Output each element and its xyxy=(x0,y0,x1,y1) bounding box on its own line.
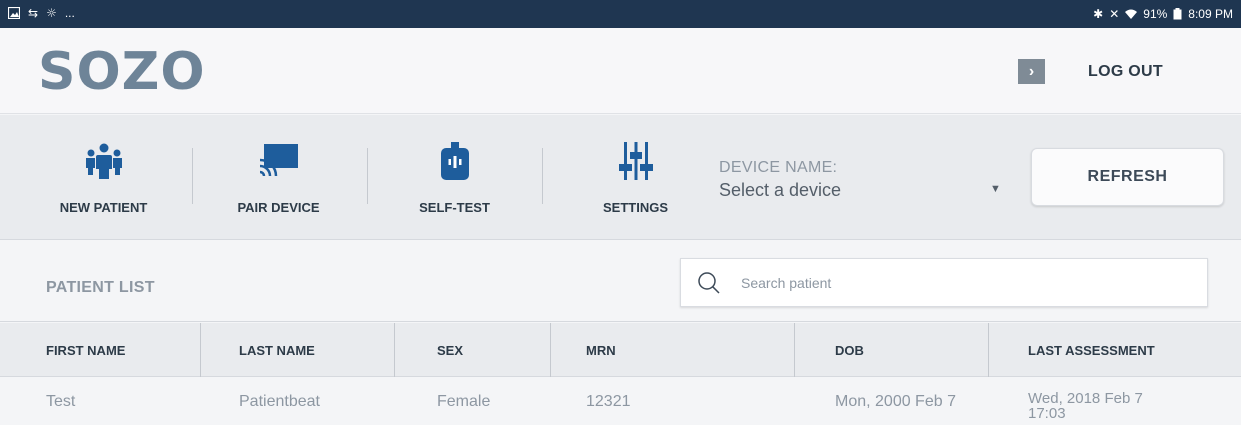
column-divider xyxy=(200,323,201,377)
bluetooth-icon: ✱ xyxy=(1093,7,1104,21)
mute-icon: ✕ xyxy=(1109,7,1120,21)
logout-button[interactable]: LOG OUT xyxy=(1088,63,1163,81)
chevron-right-icon: › xyxy=(1028,62,1035,80)
search-input[interactable] xyxy=(741,271,1181,295)
patient-list-bar: PATIENT LIST xyxy=(0,241,1241,322)
clock: 8:09 PM xyxy=(1188,7,1233,21)
weather-icon: ☼ xyxy=(46,6,57,20)
cell-last-assessment: Wed, 2018 Feb 7 17:03 xyxy=(1028,378,1188,425)
column-divider xyxy=(794,323,795,377)
table-header: FIRST NAME LAST NAME SEX MRN DOB LAST AS… xyxy=(0,323,1241,377)
cell-last-name: Patientbeat xyxy=(239,392,320,410)
sync-icon: ⇆ xyxy=(28,6,39,20)
caret-down-icon[interactable]: ▼ xyxy=(990,183,1001,195)
col-first-name[interactable]: FIRST NAME xyxy=(46,323,125,377)
status-ellipsis: ... xyxy=(64,6,75,20)
last-assessment-time: 17:03 xyxy=(1028,405,1066,422)
trademark: ™ xyxy=(180,52,188,61)
new-patient-button[interactable]: NEW PATIENT xyxy=(16,115,191,240)
patient-list-title: PATIENT LIST xyxy=(46,279,155,296)
image-icon xyxy=(8,7,20,19)
cast-icon xyxy=(259,144,298,176)
status-bar-left: ⇆ ☼ ... xyxy=(8,6,75,20)
self-test-button[interactable]: SELF-TEST xyxy=(367,115,542,240)
device-select[interactable]: Select a device xyxy=(719,180,841,201)
wifi-icon xyxy=(1125,9,1138,19)
sliders-icon xyxy=(618,142,653,180)
col-last-assessment[interactable]: LAST ASSESSMENT xyxy=(1028,323,1155,377)
tool-label: PAIR DEVICE xyxy=(237,200,320,215)
search-box[interactable] xyxy=(680,258,1208,307)
status-bar: ⇆ ☼ ... ✱ ✕ 91% 8:09 PM xyxy=(0,0,1241,28)
device-icon xyxy=(440,142,469,180)
tool-label: NEW PATIENT xyxy=(59,200,148,215)
cell-mrn: 12321 xyxy=(586,392,631,410)
cell-first-name: Test xyxy=(46,392,76,410)
people-icon xyxy=(85,143,122,179)
divider xyxy=(542,148,543,204)
settings-button[interactable]: SETTINGS xyxy=(548,115,723,240)
tool-label: SETTINGS xyxy=(602,200,668,215)
col-last-name[interactable]: LAST NAME xyxy=(239,323,315,377)
column-divider xyxy=(550,323,551,377)
pair-device-button[interactable]: PAIR DEVICE xyxy=(191,115,366,240)
last-assessment-date: Wed, 2018 Feb 7 xyxy=(1028,390,1143,407)
toolbar: NEW PATIENT PAIR DEVICE SELF-TEST SETTIN… xyxy=(0,115,1241,240)
cell-dob: Mon, 2000 Feb 7 xyxy=(835,392,956,410)
col-mrn[interactable]: MRN xyxy=(586,323,616,377)
table-row[interactable]: Test Patientbeat Female 12321 Mon, 2000 … xyxy=(0,378,1241,425)
col-dob[interactable]: DOB xyxy=(835,323,864,377)
battery-icon xyxy=(1173,8,1182,20)
battery-percent: 91% xyxy=(1143,7,1168,21)
column-divider xyxy=(988,323,989,377)
column-divider xyxy=(394,323,395,377)
status-bar-right: ✱ ✕ 91% 8:09 PM xyxy=(1093,7,1233,21)
refresh-button[interactable]: REFRESH xyxy=(1031,148,1224,206)
device-name-label: DEVICE NAME: xyxy=(719,159,838,176)
expand-button[interactable]: › xyxy=(1018,59,1045,84)
app-header: SOZO ™ › LOG OUT xyxy=(0,28,1241,114)
col-sex[interactable]: SEX xyxy=(437,323,463,377)
tool-label: SELF-TEST xyxy=(419,200,490,215)
search-icon xyxy=(698,272,720,294)
cell-sex: Female xyxy=(437,392,491,410)
